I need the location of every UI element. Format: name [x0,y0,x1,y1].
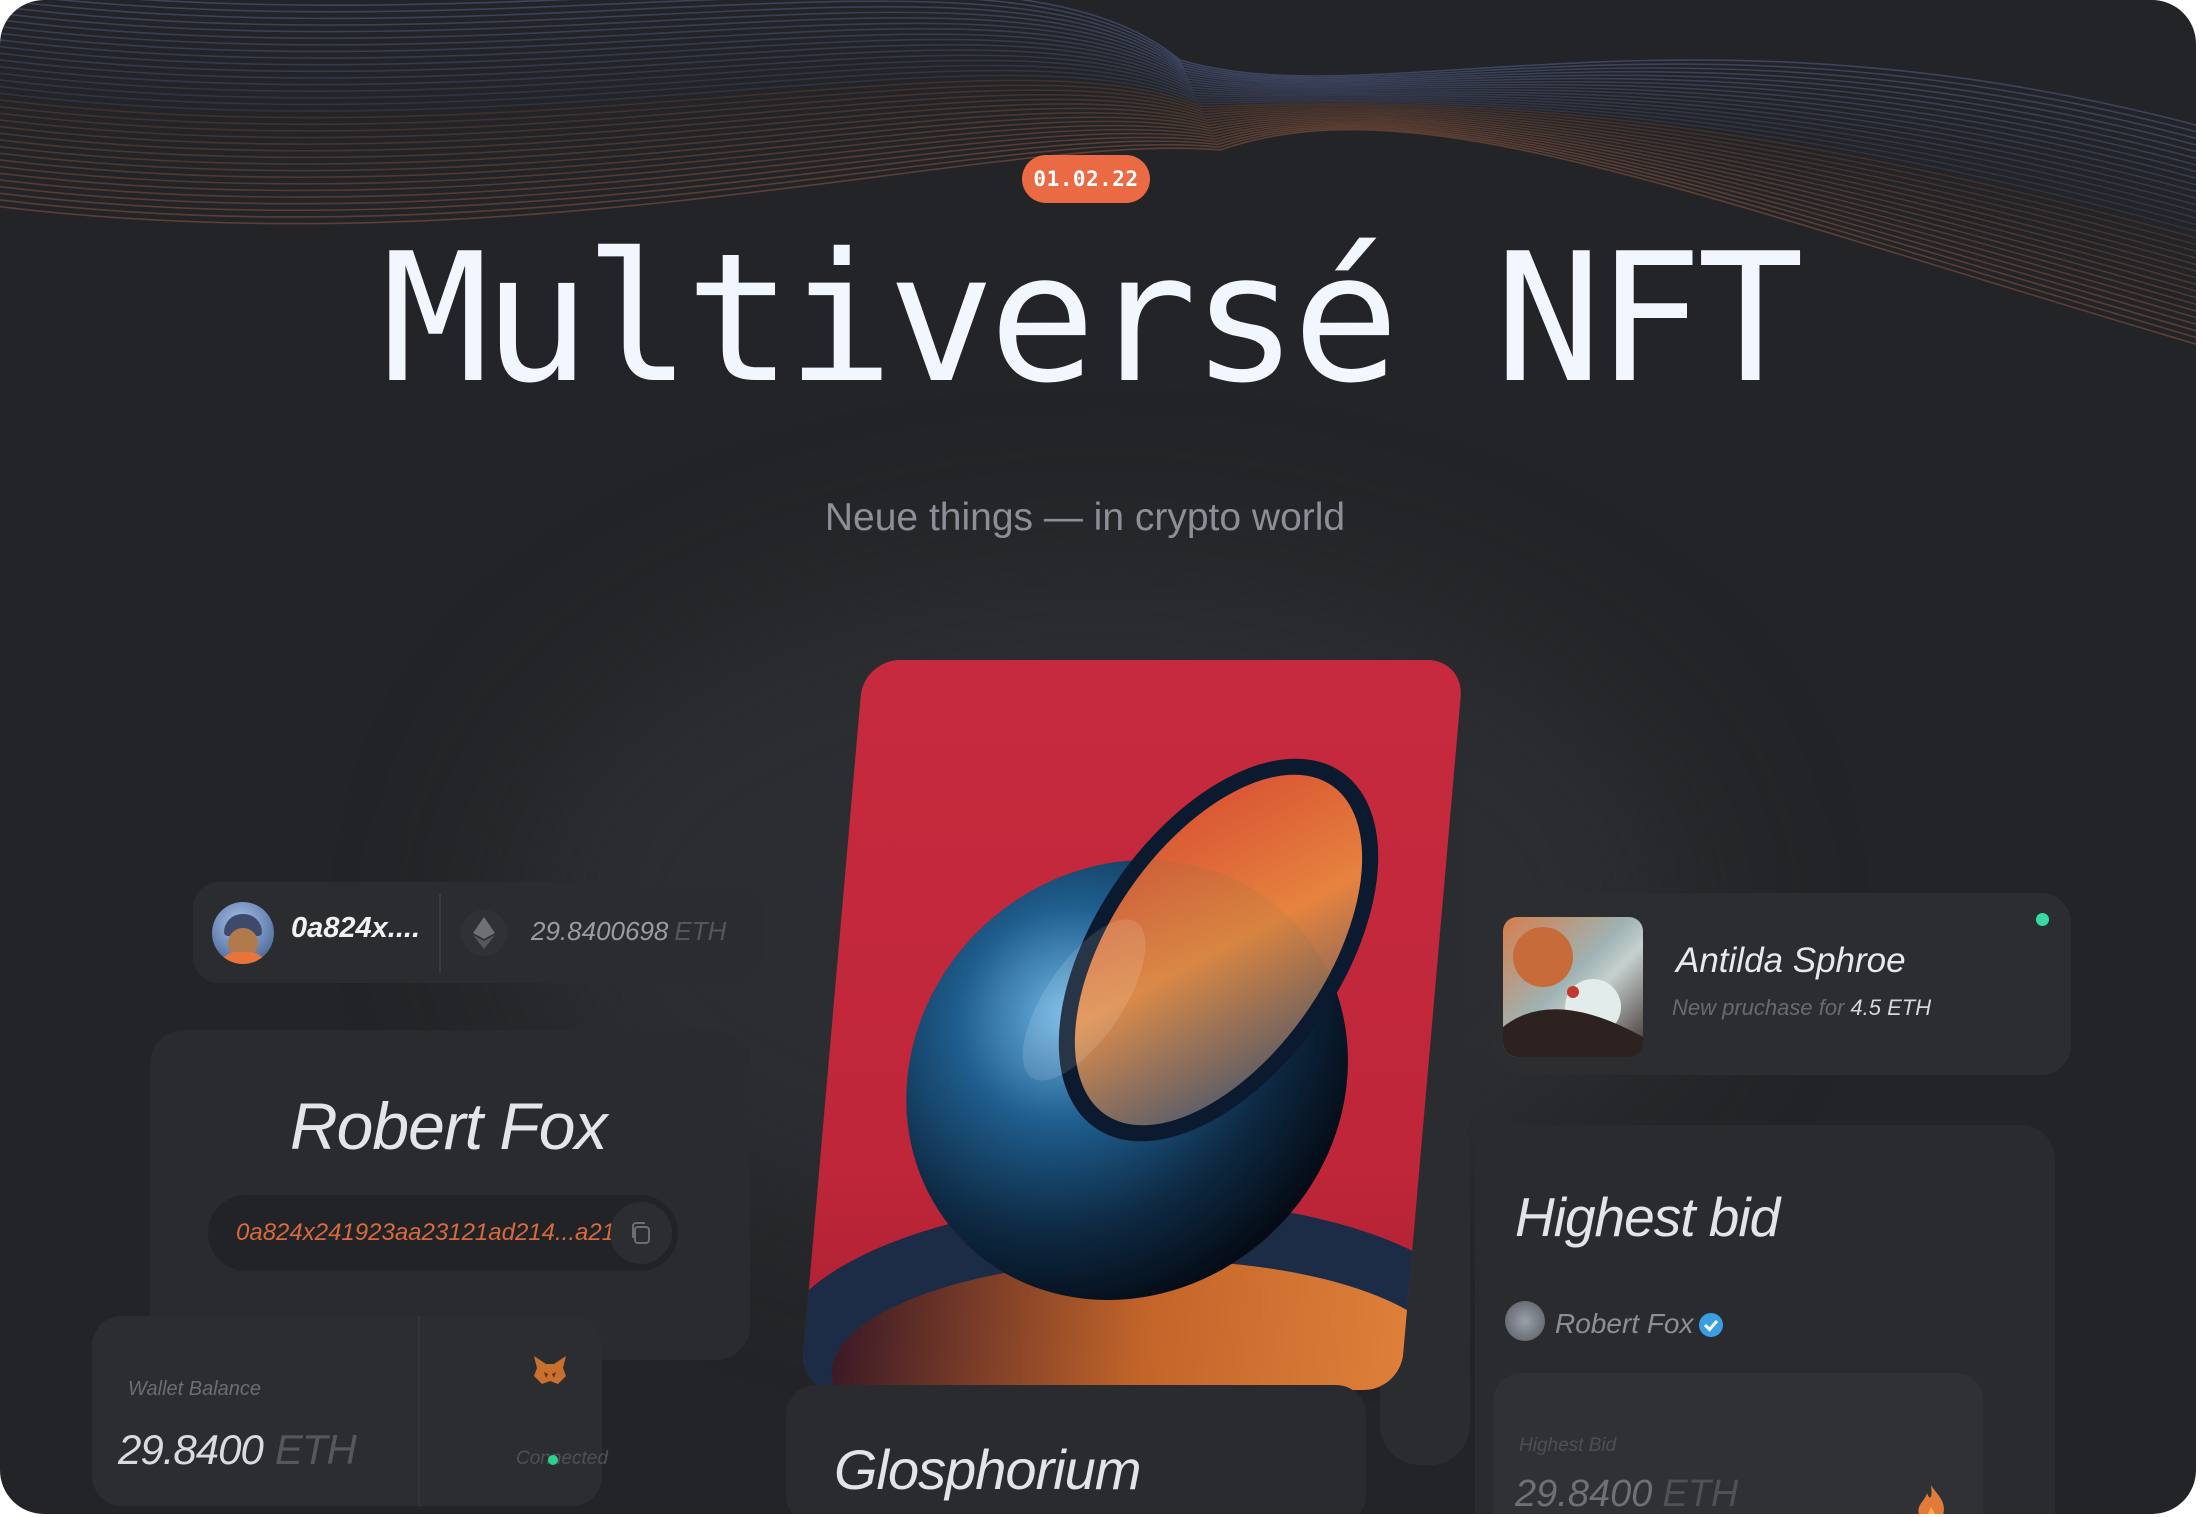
nft-artwork[interactable] [800,660,1464,1390]
page-frame: 01.02.22 Multiversé NFT Neue things — in… [0,0,2196,1514]
online-dot [2036,913,2049,926]
purchase-notification[interactable]: Antilda Sphroe New pruchase for 4.5 ETH [1493,893,2071,1075]
wallet-balance-card: Wallet Balance 29.8400 ETH Connected [92,1316,608,1506]
ethereum-icon [461,910,507,956]
highest-bid-detail: Highest Bid 29.8400 ETH [1493,1373,1983,1514]
status-dot [548,1455,558,1465]
profile-name: Robert Fox [290,1089,607,1163]
highest-bid-value: 29.8400 ETH [1515,1473,1739,1514]
wallet-balance-label: Wallet Balance [128,1378,262,1400]
highest-bid-label: Highest Bid [1519,1435,1617,1456]
wallet-address-full: 0a824x241923aa23121ad214...a213 [236,1219,629,1246]
artwork-image [800,758,1464,1390]
highest-bid-card: Highest bid Robert Fox Highest Bid 29.84… [1475,1125,2055,1514]
artwork-info-card: Glosphorium [786,1385,1366,1514]
hero-title: Multiversé NFT [381,215,1804,422]
avatar [212,902,274,964]
verified-icon [1699,1313,1723,1337]
copy-icon [632,1222,650,1244]
artwork-thumbnail [1503,917,1643,1057]
profile-card: Robert Fox 0a824x241923aa23121ad214...a2… [150,1030,750,1360]
notification-user: Antilda Sphroe [1676,941,1906,980]
hero-subtitle: Neue things — in crypto world [824,496,1346,539]
artwork-name: Glosphorium [834,1438,1141,1501]
flame-icon [1918,1485,1944,1514]
date-badge: 01.02.22 [1022,155,1150,203]
connection-status: Connected [516,1448,608,1469]
wallet-balance-value: 29.8400 ETH [118,1426,357,1473]
bidder-name: Robert Fox [1555,1308,1694,1339]
bidder-avatar [1505,1301,1545,1341]
metamask-fox-icon [534,1356,566,1384]
wallet-connection[interactable]: Connected [418,1316,608,1506]
copy-address-button[interactable] [610,1202,672,1264]
wallet-address-field: 0a824x241923aa23121ad214...a213 [208,1195,678,1271]
divider [439,894,441,972]
wallet-address-pill[interactable]: 0a824x.... 29.8400698 ETH [193,882,763,983]
wallet-eth-balance: 29.8400698 ETH [531,916,727,946]
notification-text: New pruchase for 4.5 ETH [1672,995,1932,1020]
highest-bid-title: Highest bid [1515,1186,1780,1248]
wallet-address-short: 0a824x.... [291,912,420,944]
